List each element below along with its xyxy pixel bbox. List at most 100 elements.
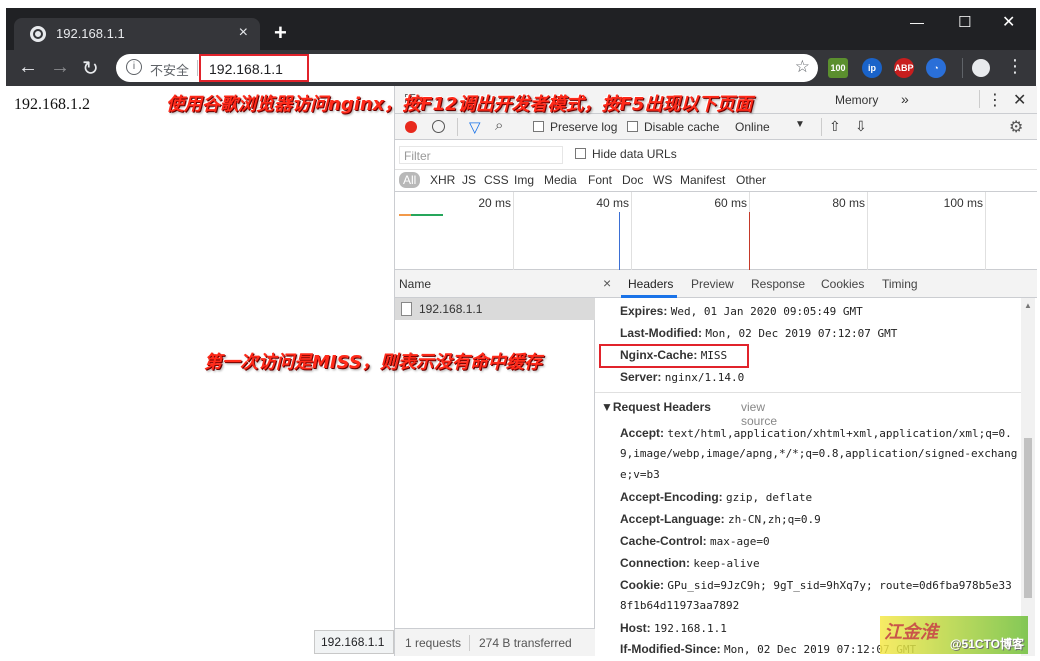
request-header-cache-control: Cache-Control: max-age=0	[620, 530, 770, 553]
timeline-tick-label: 100 ms	[943, 196, 983, 210]
tab-close-icon[interactable]: ×	[239, 24, 248, 42]
more-tabs-icon[interactable]: »	[901, 91, 909, 107]
preserve-log-checkbox[interactable]: Preserve log	[533, 120, 617, 134]
network-toolbar: ▽ ⌕ Preserve log Disable cache Online ▼ …	[395, 114, 1037, 140]
header-key: Cookie:	[620, 578, 665, 592]
devtools-menu-icon[interactable]: ⋮	[987, 90, 1003, 110]
request-header-accept-language: Accept-Language: zh-CN,zh;q=0.9	[620, 508, 821, 531]
type-filter-all[interactable]: All	[399, 172, 421, 188]
hide-data-urls-checkbox[interactable]: Hide data URLs	[575, 147, 677, 161]
back-arrow-icon[interactable]: ←	[18, 56, 38, 79]
extension-app-icon[interactable]: ◔	[926, 58, 946, 78]
timeline-gridline	[513, 192, 514, 270]
section-title-text: ▼Request Headers	[601, 400, 711, 414]
tab-timing[interactable]: Timing	[882, 277, 918, 291]
new-tab-button[interactable]: +	[274, 20, 287, 46]
header-key: Server:	[620, 370, 662, 384]
tab-headers[interactable]: Headers	[628, 277, 673, 291]
filter-funnel-icon[interactable]: ▽	[469, 118, 481, 136]
timeline-gridline	[631, 192, 632, 270]
request-header-accept: Accept: text/html,application/xhtml+xml,…	[620, 422, 1012, 445]
url-highlight-box: 192.168.1.1	[199, 54, 309, 82]
name-column-header[interactable]: Name	[395, 270, 595, 298]
type-filter-other[interactable]: Other	[736, 173, 766, 187]
tab-cookies[interactable]: Cookies	[821, 277, 864, 291]
request-headers-section-title[interactable]: ▼Request Headers view source	[601, 400, 777, 428]
browser-tab-bar: 192.168.1.1 × + — ☐ ✕	[6, 8, 1036, 50]
scrollbar-thumb[interactable]	[1024, 438, 1032, 598]
annotation-top: 使用谷歌浏览器访问nginx，按F12调出开发者模式，按F5出现以下页面	[166, 94, 753, 115]
tab-preview[interactable]: Preview	[691, 277, 734, 291]
address-bar[interactable]: i 不安全 192.168.1.1 ☆	[116, 54, 818, 82]
window-close-button[interactable]: ✕	[1002, 12, 1015, 32]
header-key: Host:	[620, 621, 651, 635]
request-header-accept-cont: e;v=b3	[620, 468, 660, 481]
type-filter-xhr[interactable]: XHR	[430, 173, 455, 187]
extension-100-icon[interactable]: 100	[828, 58, 848, 78]
tab-response[interactable]: Response	[751, 277, 805, 291]
request-name: 192.168.1.1	[419, 302, 483, 316]
import-har-icon[interactable]: ⇧	[829, 118, 841, 135]
omnibox-separator	[197, 60, 198, 76]
detail-scrollbar[interactable]: ▲	[1021, 298, 1035, 656]
type-filter-css[interactable]: CSS	[484, 173, 509, 187]
filter-input[interactable]: Filter	[399, 146, 563, 164]
maximize-button[interactable]: ☐	[958, 13, 971, 31]
type-filter-media[interactable]: Media	[544, 173, 577, 187]
tab-memory[interactable]: Memory	[835, 93, 878, 107]
search-icon[interactable]: ⌕	[495, 117, 503, 134]
response-header-server: Server: nginx/1.14.0	[620, 366, 744, 389]
devtools-close-icon[interactable]: ✕	[1013, 90, 1026, 110]
chevron-down-icon[interactable]: ▼	[795, 119, 805, 130]
reload-icon[interactable]: ↻	[82, 56, 99, 81]
load-event-marker	[749, 212, 750, 270]
globe-icon	[30, 26, 46, 42]
disable-cache-checkbox[interactable]: Disable cache	[627, 120, 719, 134]
info-icon[interactable]: i	[126, 59, 142, 75]
menu-kebab-icon[interactable]: ⋮	[1006, 56, 1024, 77]
browser-tab[interactable]: 192.168.1.1 ×	[14, 18, 260, 50]
timeline-tick-label: 80 ms	[832, 196, 865, 210]
devtools-divider	[979, 90, 980, 108]
response-header-last-modified: Last-Modified: Mon, 02 Dec 2019 07:12:07…	[620, 322, 897, 345]
type-filter-font[interactable]: Font	[588, 173, 612, 187]
request-header-if-modified-since: If-Modified-Since: Mon, 02 Dec 2019 07:1…	[620, 638, 916, 661]
header-value: text/html,application/xhtml+xml,applicat…	[667, 427, 1012, 440]
type-filter-doc[interactable]: Doc	[622, 173, 643, 187]
extension-ip-icon[interactable]: ip	[862, 58, 882, 78]
request-detail-panel: × Headers Preview Response Cookies Timin…	[595, 270, 1037, 656]
record-icon[interactable]	[405, 121, 417, 133]
network-overview-timeline[interactable]: 20 ms 40 ms 60 ms 80 ms 100 ms	[395, 192, 1037, 270]
throttle-select[interactable]: Online	[735, 120, 770, 134]
request-header-cookie-cont: 8f1b64d11973aa7892	[620, 599, 740, 612]
minimize-button[interactable]: —	[910, 14, 924, 30]
clear-icon[interactable]	[432, 120, 445, 133]
export-har-icon[interactable]: ⇩	[855, 118, 867, 135]
url-text[interactable]: 192.168.1.1	[209, 61, 283, 77]
forward-arrow-icon[interactable]: →	[50, 56, 70, 79]
type-filter-manifest[interactable]: Manifest	[680, 173, 725, 187]
type-filter-ws[interactable]: WS	[653, 173, 672, 187]
toolbar-separator	[457, 118, 458, 136]
request-header-host: Host: 192.168.1.1	[620, 617, 727, 640]
account-icon[interactable]	[972, 59, 990, 77]
scroll-up-icon[interactable]: ▲	[1024, 301, 1032, 310]
header-key: Accept:	[620, 426, 665, 440]
summary-requests: 1 requests	[405, 636, 462, 650]
annotation-miss: 第一次访问是MISS，则表示没有命中缓存	[204, 352, 542, 373]
timeline-gridline	[985, 192, 986, 270]
page-content-text: 192.168.1.2	[14, 96, 90, 113]
summary-divider	[469, 635, 470, 651]
request-header-accept-cont: 9,image/webp,image/apng,*/*;q=0.8,applic…	[620, 447, 1018, 460]
extension-abp-icon[interactable]: ABP	[894, 58, 914, 78]
bookmark-star-icon[interactable]: ☆	[795, 57, 810, 77]
detail-tab-bar: × Headers Preview Response Cookies Timin…	[595, 270, 1037, 298]
request-header-connection: Connection: keep-alive	[620, 552, 760, 575]
nginx-cache-highlight-box	[599, 344, 749, 368]
request-row[interactable]: 192.168.1.1	[395, 298, 595, 320]
detail-close-icon[interactable]: ×	[603, 275, 611, 291]
settings-gear-icon[interactable]: ⚙	[1009, 117, 1023, 137]
type-filter-img[interactable]: Img	[514, 173, 534, 187]
header-key: Last-Modified:	[620, 326, 702, 340]
type-filter-js[interactable]: JS	[462, 173, 476, 187]
